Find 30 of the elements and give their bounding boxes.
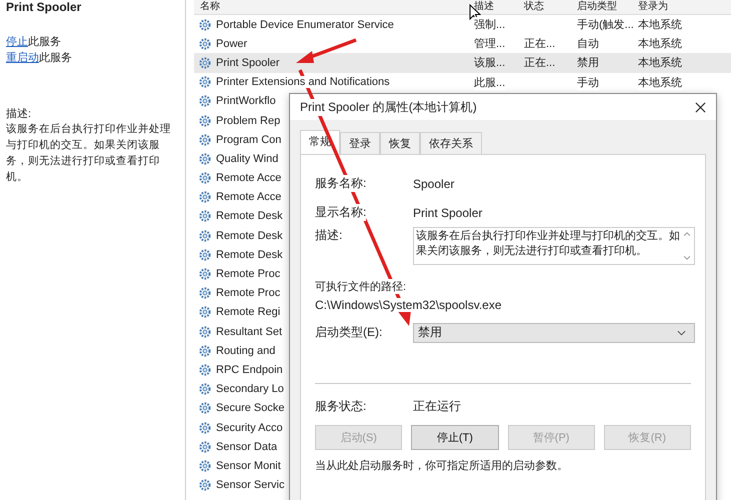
field-label: 服务名称:: [315, 175, 366, 192]
service-startup: 手动(触发...: [577, 17, 634, 32]
service-description: 该服...: [474, 55, 506, 70]
service-startup: 手动: [577, 74, 599, 90]
service-description: 此服...: [474, 74, 506, 90]
description-label: 描述:: [6, 107, 32, 121]
field-label: 显示名称:: [315, 204, 366, 221]
service-status: 正在...: [524, 55, 556, 70]
path-value: C:\Windows\System32\spoolsv.exe: [315, 298, 502, 312]
service-startup: 自动: [577, 36, 599, 52]
field-label: 描述:: [315, 227, 342, 244]
service-logon: 本地系统: [638, 55, 682, 70]
field-value: Spooler: [413, 176, 454, 190]
field-label: 服务状态:: [315, 398, 366, 415]
dialog-title: Print Spooler 的属性(本地计算机): [300, 98, 477, 116]
service-title: Print Spooler: [6, 0, 82, 14]
description-text: 该服务在后台执行打印作业并处理与打印机的交互。如果关闭该服务，则无法进行打印或查看打印机。: [6, 122, 172, 185]
field-label: 可执行文件的路径:: [315, 279, 406, 294]
service-startup: 禁用: [577, 55, 599, 70]
service-logon: 本地系统: [638, 17, 682, 32]
action-text: 此服务: [39, 52, 72, 64]
service-description: 强制...: [474, 17, 506, 32]
service-logon: 本地系统: [638, 36, 682, 52]
service-description: 管理...: [474, 36, 506, 52]
field-value: 正在运行: [413, 398, 461, 415]
field-value: Print Spooler: [413, 206, 482, 220]
field-label: 启动类型(E):: [315, 324, 382, 341]
service-status: 正在...: [524, 36, 556, 52]
action-text: 此服务: [28, 36, 61, 48]
service-logon: 本地系统: [638, 74, 682, 90]
